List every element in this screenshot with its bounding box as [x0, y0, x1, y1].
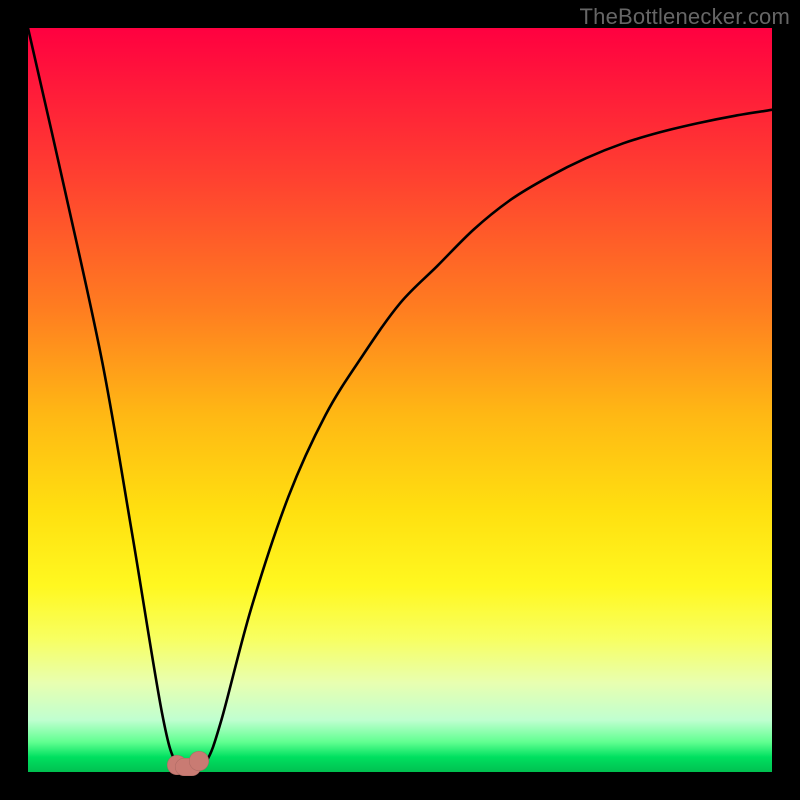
bottleneck-curve — [28, 28, 772, 772]
plot-area — [28, 28, 772, 772]
optimum-marker-right — [189, 751, 209, 771]
curve-path — [28, 28, 772, 770]
watermark-text: TheBottlenecker.com — [580, 4, 790, 30]
chart-frame: TheBottlenecker.com — [0, 0, 800, 800]
